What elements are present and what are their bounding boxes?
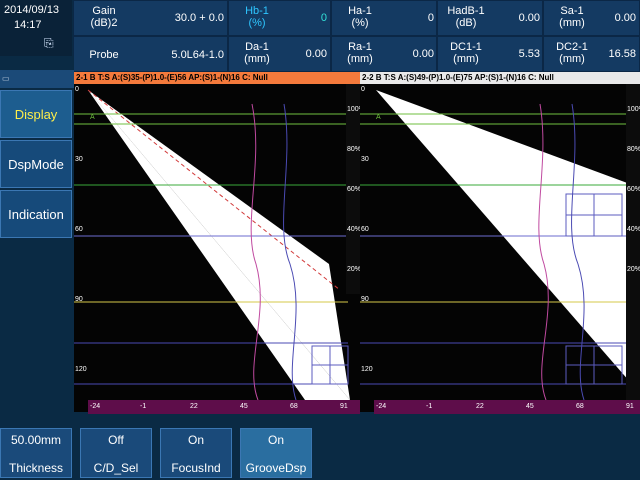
hadb-value: 0.00 xyxy=(518,12,540,24)
focusind-label: FocusInd xyxy=(171,461,221,475)
left-panel-header: 2-1 B T:S A:(S)35-(P)1.0-(E)56 AP:(S)1-(… xyxy=(74,72,360,84)
da-label: Da-1 (mm) xyxy=(244,41,270,65)
keyboard-icon: ▭ xyxy=(2,74,10,83)
thickness-value: 50.00mm xyxy=(10,433,62,447)
dc2-cell: DC2-1 (mm) 16.58 xyxy=(543,36,640,72)
cdsel-label: C/D_Sel xyxy=(93,461,139,475)
sa-cell: Sa-1 (mm) 0.00 xyxy=(543,0,640,36)
status-date: 2014/09/13 xyxy=(4,4,60,16)
left-scan-canvas[interactable]: A xyxy=(74,84,360,412)
focusind-value: On xyxy=(187,433,204,447)
usb-icon: ⎘ xyxy=(44,36,54,50)
dc2-label: DC2-1 (mm) xyxy=(556,41,588,65)
probe-value: 5.0L64-1.0 xyxy=(171,49,224,61)
ha-label: Ha-1 (%) xyxy=(348,5,372,29)
hb-cell: Hb-1 (%) 0 xyxy=(228,0,331,36)
indication-button[interactable]: Indication xyxy=(0,190,72,238)
depth-ruler-left: 0 30 60 90 120 xyxy=(75,86,87,373)
ha-value: 0 xyxy=(427,12,434,24)
horizontal-ruler-right: -24 -1 22 45 68 91 xyxy=(374,400,640,414)
da-cell: Da-1 (mm) 0.00 xyxy=(228,36,331,72)
depth-ruler-right: 0 30 60 90 120 xyxy=(361,86,373,373)
groovedsp-value: On xyxy=(267,433,284,447)
sa-label: Sa-1 (mm) xyxy=(559,5,585,29)
indication-button-label: Indication xyxy=(8,207,64,222)
gain-value: 30.0 + 0.0 xyxy=(174,12,224,24)
status-clock: 2014/09/13 14:17 ⎘ xyxy=(0,0,72,56)
hadb-label: HadB-1 (dB) xyxy=(447,5,485,29)
groovedsp-label: GrooveDsp xyxy=(245,461,307,475)
groovedsp-button[interactable]: On GrooveDsp xyxy=(240,428,312,478)
gain-cell[interactable]: Gain (dB)2 30.0 + 0.0 xyxy=(73,0,228,36)
scan-panel-left[interactable]: 2-1 B T:S A:(S)35-(P)1.0-(E)56 AP:(S)1-(… xyxy=(74,72,365,414)
dspmode-button[interactable]: DspMode xyxy=(0,140,72,188)
probe-label: Probe xyxy=(89,49,119,61)
cdsel-value: Off xyxy=(108,433,124,447)
ra-value: 0.00 xyxy=(412,48,434,60)
right-scan-canvas[interactable]: A xyxy=(360,84,640,412)
left-sidebar: ▭ Display DspMode Indication xyxy=(0,56,74,412)
gate-a-marker: A xyxy=(90,114,95,121)
ra-cell: Ra-1 (mm) 0.00 xyxy=(331,36,437,72)
cdsel-button[interactable]: Off C/D_Sel xyxy=(80,428,152,478)
thickness-button[interactable]: 50.00mm Thickness xyxy=(0,428,72,478)
status-time: 14:17 xyxy=(14,19,42,31)
sa-value: 0.00 xyxy=(614,12,636,24)
right-panel-header: 2-2 B T:S A:(S)49-(P)1.0-(E)75 AP:(S)1-(… xyxy=(360,72,640,84)
colorbar-labels-right: 100% 80% 60% 40% 20% xyxy=(626,84,640,400)
hadb-cell: HadB-1 (dB) 0.00 xyxy=(437,0,543,36)
dc1-cell: DC1-1 (mm) 5.53 xyxy=(437,36,543,72)
thickness-label: Thickness xyxy=(8,461,64,475)
focusind-button[interactable]: On FocusInd xyxy=(160,428,232,478)
probe-cell: Probe 5.0L64-1.0 xyxy=(73,36,228,72)
dc1-value: 5.53 xyxy=(518,48,540,60)
hb-value: 0 xyxy=(320,12,327,24)
horizontal-ruler-left: -24 -1 22 45 68 91 xyxy=(88,400,360,414)
hb-label: Hb-1 (%) xyxy=(245,5,269,29)
display-button[interactable]: Display xyxy=(0,90,72,138)
dc1-label: DC1-1 (mm) xyxy=(450,41,482,65)
ha-cell: Ha-1 (%) 0 xyxy=(331,0,437,36)
left-top-strip: ▭ xyxy=(0,70,74,88)
display-button-label: Display xyxy=(14,107,58,122)
dspmode-button-label: DspMode xyxy=(8,157,64,172)
colorbar-labels-left: 100% 80% 60% 40% 20% xyxy=(346,84,365,294)
svg-text:A: A xyxy=(376,114,381,121)
dc2-value: 16.58 xyxy=(608,48,636,60)
ra-label: Ra-1 (mm) xyxy=(347,41,373,65)
scan-panel-right[interactable]: 2-2 B T:S A:(S)49-(P)1.0-(E)75 AP:(S)1-(… xyxy=(360,72,640,414)
gain-label: Gain (dB)2 xyxy=(90,5,118,29)
da-value: 0.00 xyxy=(305,48,327,60)
